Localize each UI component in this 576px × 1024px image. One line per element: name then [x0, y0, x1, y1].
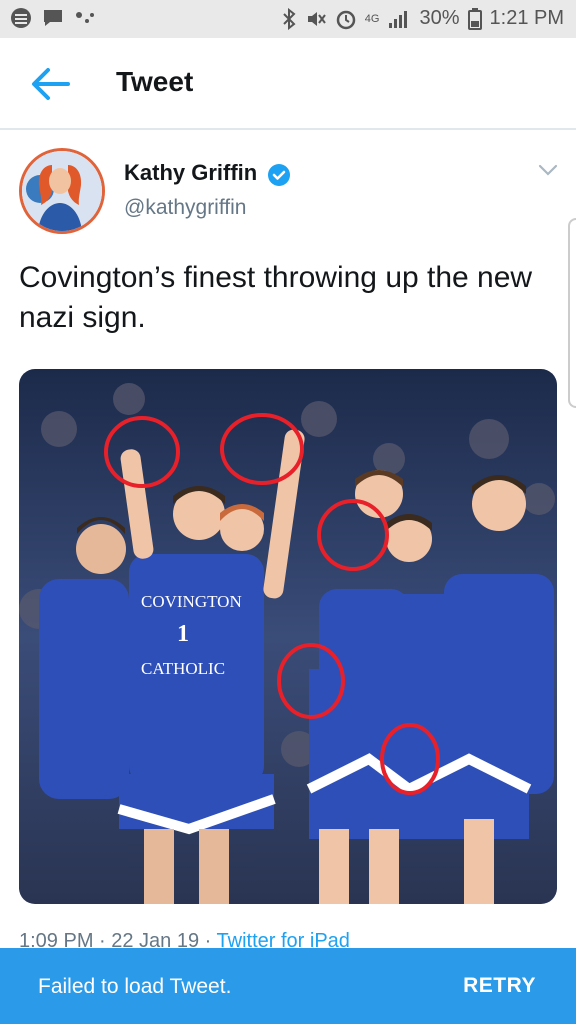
jersey-text-bottom: CATHOLIC	[141, 659, 225, 678]
scroll-indicator	[568, 218, 576, 408]
app-icon	[11, 8, 31, 28]
mute-icon	[307, 11, 326, 26]
clock: 1:21 PM	[489, 7, 564, 29]
page-title: Tweet	[116, 66, 194, 97]
status-left-icons	[10, 7, 96, 29]
status-right-icons: 4G 30% 1:21 PM	[281, 7, 564, 30]
retry-button[interactable]: RETRY	[463, 974, 536, 998]
tweet-photo[interactable]: COVINGTON 1 CATHOLIC	[19, 369, 557, 904]
author-name[interactable]: Kathy Griffin	[124, 160, 257, 186]
more-notifications-icon	[76, 12, 94, 23]
bluetooth-icon	[283, 7, 296, 30]
battery-percent: 30%	[419, 7, 460, 29]
author-handle[interactable]: @kathygriffin	[124, 196, 246, 220]
avatar[interactable]	[19, 148, 105, 234]
verified-badge-icon	[268, 164, 290, 186]
network-type: 4G	[364, 12, 380, 25]
tweet-text: Covington’s finest throwing up the new n…	[19, 261, 533, 334]
signal-icon	[389, 10, 408, 28]
status-bar: 4G 30% 1:21 PM	[0, 0, 576, 38]
snackbar-message: Failed to load Tweet.	[38, 975, 232, 998]
chevron-down-icon[interactable]	[537, 162, 559, 178]
jersey-text-top: COVINGTON	[141, 592, 242, 611]
app-bar: Tweet	[0, 38, 576, 130]
back-button[interactable]	[28, 64, 74, 104]
avatar-image	[22, 151, 102, 231]
back-arrow-icon	[32, 68, 70, 100]
alarm-icon	[336, 10, 356, 29]
battery-icon	[467, 7, 482, 30]
error-snackbar: Failed to load Tweet. RETRY	[0, 948, 576, 1024]
jersey-number: 1	[177, 621, 189, 647]
photo-image: COVINGTON 1 CATHOLIC	[19, 369, 557, 904]
message-icon	[44, 10, 62, 26]
